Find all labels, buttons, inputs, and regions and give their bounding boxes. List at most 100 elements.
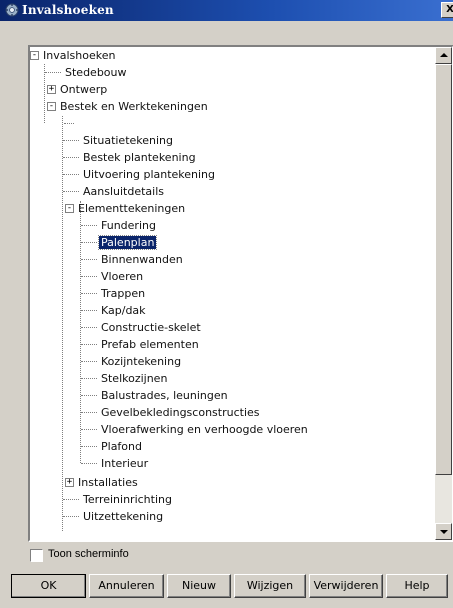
tree-node-label: Situatietekening [83, 134, 174, 147]
tree-node-label: Interieur [101, 457, 149, 470]
tree-connector [63, 191, 79, 192]
tree-node-label: Constructie-skelet [101, 321, 201, 334]
tree-connector [81, 361, 97, 362]
tree-connector [81, 463, 97, 464]
tree-node-label: Terreininrichting [83, 493, 172, 506]
tree-content: - Invalshoeken Stedebouw + Ontwerp - Bes… [30, 47, 434, 540]
tree-connector [45, 72, 61, 73]
title-bar: Invalshoeken X [0, 0, 453, 21]
tree-node-label: Plafond [101, 440, 142, 453]
help-button[interactable]: Help [386, 574, 448, 598]
tree-node-label: Binnenwanden [101, 253, 183, 266]
tree-connector [63, 499, 79, 500]
nieuw-button[interactable]: Nieuw [167, 574, 231, 598]
wijzigen-button[interactable]: Wijzigen [234, 574, 306, 598]
tree-connector [80, 201, 81, 463]
tree-connector [81, 293, 97, 294]
tree-node-label: Stelkozijnen [101, 372, 168, 385]
tree-node-fundering[interactable]: Fundering [99, 217, 158, 234]
tree-node-bestek-plantekening[interactable]: Bestek plantekening [81, 149, 198, 166]
tree-node-gevelbekledingsconstructies[interactable]: Gevelbekledingsconstructies [99, 404, 262, 421]
collapse-icon[interactable]: - [30, 51, 39, 60]
tree-connector [81, 259, 97, 260]
tree-node-binnenwanden[interactable]: Binnenwanden [99, 251, 185, 268]
tree-connector [81, 429, 97, 430]
tree-node-interieur[interactable]: Interieur [99, 455, 150, 472]
tree-connector [81, 378, 97, 379]
tree-node-label: Palenplan [97, 235, 158, 250]
tree-connector [62, 116, 63, 531]
tree-node-label: Uitzettekening [83, 510, 164, 523]
vertical-scrollbar[interactable] [435, 47, 452, 540]
window-title: Invalshoeken [22, 3, 114, 17]
close-button[interactable]: X [441, 2, 453, 18]
tree-node-label: Kozijntekening [101, 355, 182, 368]
scroll-thumb[interactable] [435, 64, 452, 475]
tree-node-label: Balustrades, leuningen [101, 389, 228, 402]
tree-node-prefab-elementen[interactable]: Prefab elementen [99, 336, 201, 353]
tree-node-label: Vloeren [101, 270, 144, 283]
scroll-up-button[interactable] [435, 47, 452, 64]
close-icon: X [446, 4, 453, 15]
tree-connector [81, 242, 97, 243]
tree-node-vloerafwerking[interactable]: Vloerafwerking en verhoogde vloeren [99, 421, 310, 438]
tree-connector [81, 225, 97, 226]
tree-node-stedebouw[interactable]: Stedebouw [63, 64, 129, 81]
tree-node-label: Aansluitdetails [83, 185, 165, 198]
tree-node-kozijntekening[interactable]: Kozijntekening [99, 353, 183, 370]
collapse-icon[interactable]: - [65, 204, 74, 213]
tree-node-label: Installaties [78, 476, 138, 489]
tree-node-kap-dak[interactable]: Kap/dak [99, 302, 148, 319]
toon-scherminfo-checkbox[interactable] [30, 549, 43, 562]
tree-node-vloeren[interactable]: Vloeren [99, 268, 145, 285]
tree-node-label: Bestek en Werktekeningen [60, 100, 208, 113]
scroll-down-button[interactable] [435, 523, 452, 540]
tree-node-label: Kap/dak [101, 304, 146, 317]
verwijderen-button[interactable]: Verwijderen [309, 574, 383, 598]
tree-node-plafond[interactable]: Plafond [99, 438, 144, 455]
tree-connector [63, 140, 79, 141]
toon-scherminfo-label: Toon scherminfo [48, 548, 129, 560]
expand-icon[interactable]: + [65, 478, 74, 487]
tree-node-balustrades-leuningen[interactable]: Balustrades, leuningen [99, 387, 230, 404]
tree-node-label: Ontwerp [60, 83, 108, 96]
tree-connector [81, 327, 97, 328]
tree-node-label: Bestek plantekening [83, 151, 196, 164]
tree-node-label: Fundering [101, 219, 156, 232]
tree-node-uitvoering-plantekening[interactable]: Uitvoering plantekening [81, 166, 217, 183]
tree-connector [81, 310, 97, 311]
tree-node-label: Prefab elementen [101, 338, 199, 351]
tree-node-label: Stedebouw [65, 66, 127, 79]
app-icon [5, 3, 19, 17]
arrow-up-icon [440, 53, 448, 57]
tree-node-label: Trappen [101, 287, 146, 300]
expand-icon[interactable]: + [47, 85, 56, 94]
tree-node-label: Vloerafwerking en verhoogde vloeren [101, 423, 308, 436]
tree-node-uitzettekening[interactable]: Uitzettekening [81, 508, 165, 525]
tree-node-label: Uitvoering plantekening [83, 168, 216, 181]
tree-node-aansluitdetails[interactable]: Aansluitdetails [81, 183, 166, 200]
tree-connector [64, 123, 74, 124]
ok-button[interactable]: OK [11, 574, 86, 598]
tree-view[interactable]: - Invalshoeken Stedebouw + Ontwerp - Bes… [28, 45, 453, 542]
tree-node-stelkozijnen[interactable]: Stelkozijnen [99, 370, 169, 387]
tree-node-terreininrichting[interactable]: Terreininrichting [81, 491, 174, 508]
arrow-down-icon [440, 530, 448, 534]
tree-connector [81, 446, 97, 447]
tree-connector [81, 344, 97, 345]
collapse-icon[interactable]: - [47, 102, 56, 111]
tree-connector [63, 157, 79, 158]
annuleren-button[interactable]: Annuleren [89, 574, 164, 598]
tree-node-label: Invalshoeken [43, 49, 116, 62]
tree-node-palenplan[interactable]: Palenplan [97, 234, 158, 251]
tree-node-situatietekening[interactable]: Situatietekening [81, 132, 175, 149]
tree-connector [81, 412, 97, 413]
tree-connector [81, 395, 97, 396]
tree-node-label: Gevelbekledingsconstructies [101, 406, 260, 419]
tree-node-constructie-skelet[interactable]: Constructie-skelet [99, 319, 203, 336]
tree-connector [63, 516, 79, 517]
tree-connector [63, 174, 79, 175]
tree-node-trappen[interactable]: Trappen [99, 285, 147, 302]
tree-connector [81, 276, 97, 277]
tree-node-label: Elementtekeningen [78, 202, 186, 215]
